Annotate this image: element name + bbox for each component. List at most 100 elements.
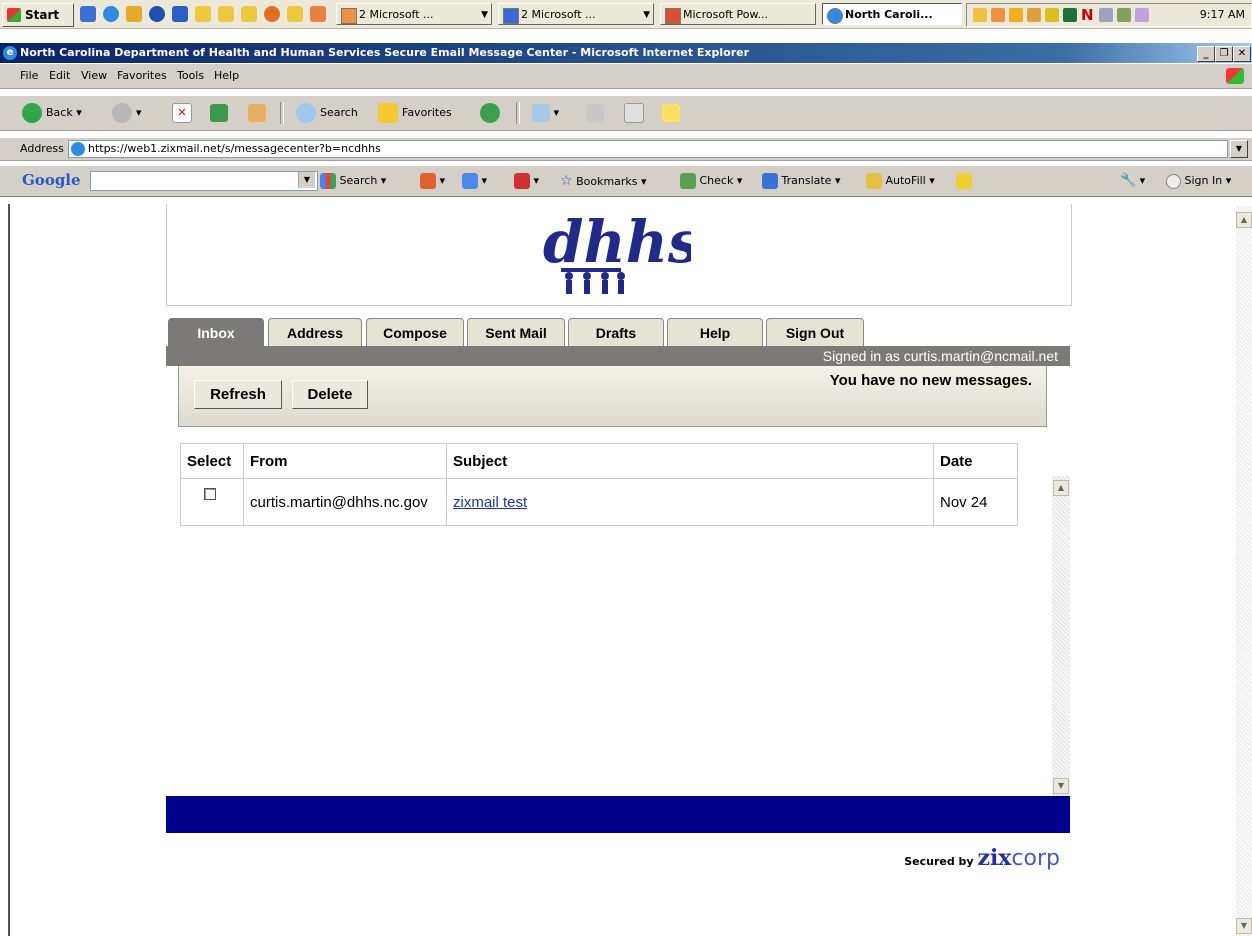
- delete-messages-button[interactable]: Delete: [292, 380, 368, 409]
- table-header-row: Select From Subject Date: [180, 443, 1018, 479]
- monitor-tray-icon[interactable]: [1063, 8, 1077, 22]
- spell-check-button[interactable]: Check ▾: [680, 171, 742, 191]
- menu-tools[interactable]: Tools: [177, 64, 204, 88]
- tool-tray-icon[interactable]: [1135, 8, 1149, 22]
- message-list-scrollbar[interactable]: ▲ ▼: [1052, 476, 1070, 798]
- folder-quicklaunch-icon[interactable]: [195, 6, 211, 22]
- blocked-icon: [514, 173, 530, 189]
- google-search-input[interactable]: [90, 171, 318, 191]
- dhhs-logo-text: dhhs: [543, 208, 691, 276]
- list-scroll-up-button[interactable]: ▲: [1053, 480, 1069, 496]
- home-icon: [248, 104, 266, 122]
- back-button[interactable]: Back ▾: [22, 101, 82, 125]
- dhhs-logo: dhhs: [543, 208, 691, 294]
- firefox-quicklaunch-icon[interactable]: [264, 6, 280, 22]
- tab-address[interactable]: Address: [268, 318, 362, 347]
- tab-help[interactable]: Help: [667, 318, 763, 347]
- bookmarks-button[interactable]: ☆ Bookmarks ▾: [560, 171, 647, 192]
- sync-tray-icon[interactable]: [1117, 8, 1131, 22]
- menu-help[interactable]: Help: [214, 64, 239, 88]
- mail-button[interactable]: ▾: [532, 101, 559, 125]
- blocked-button[interactable]: ▾: [514, 171, 539, 191]
- forward-button[interactable]: ▾: [112, 101, 142, 125]
- autofill-icon: [866, 173, 882, 189]
- column-header-select: Select: [180, 443, 244, 479]
- task-microsoft-word[interactable]: 2 Microsoft ... ▼: [498, 3, 654, 25]
- google-sign-in-button[interactable]: Sign In ▾: [1166, 171, 1231, 191]
- scroll-up-button[interactable]: ▲: [1236, 212, 1252, 228]
- settings-button[interactable]: 🔧 ▾: [1120, 171, 1145, 191]
- task-internet-explorer[interactable]: North Caroli...: [822, 3, 962, 25]
- tab-sent-mail[interactable]: Sent Mail: [467, 318, 565, 347]
- windows-logo-icon: [7, 8, 21, 22]
- popup-blocker-button[interactable]: ▾: [420, 171, 445, 191]
- google-toolbar: Google ▼ Search ▾ ▾ ▾ ▾ ☆ Bookmarks ▾ Ch…: [0, 166, 1252, 197]
- scroll-down-button[interactable]: ▼: [1236, 918, 1252, 934]
- address-bar: Address https://web1.zixmail.net/s/messa…: [0, 138, 1252, 161]
- norton-tray-icon[interactable]: N: [1081, 8, 1095, 23]
- edit-button[interactable]: [624, 101, 644, 125]
- minimize-button[interactable]: _: [1197, 46, 1215, 62]
- address-input[interactable]: https://web1.zixmail.net/s/messagecenter…: [68, 140, 1228, 158]
- menu-view[interactable]: View: [81, 64, 107, 88]
- folder3-quicklaunch-icon[interactable]: [241, 6, 257, 22]
- network-tray-icon[interactable]: [1099, 8, 1113, 22]
- highlighter-button[interactable]: [956, 171, 972, 191]
- secured-by-label: Secured by: [904, 855, 974, 868]
- refresh-button[interactable]: [210, 101, 228, 125]
- app-quicklaunch-icon[interactable]: [126, 6, 142, 22]
- list-scroll-down-button[interactable]: ▼: [1053, 778, 1069, 794]
- menu-edit[interactable]: Edit: [49, 64, 70, 88]
- maximize-button[interactable]: ❐: [1215, 46, 1233, 62]
- tab-compose[interactable]: Compose: [366, 318, 464, 347]
- start-button[interactable]: Start: [2, 3, 74, 27]
- home-button[interactable]: [248, 101, 266, 125]
- zixcorp-logo-zix: zix: [977, 845, 1012, 871]
- from-cell: curtis.martin@dhhs.nc.gov: [243, 478, 447, 526]
- star-icon: [378, 103, 398, 123]
- media-quicklaunch-icon[interactable]: [149, 6, 165, 22]
- favorites-button[interactable]: Favorites: [378, 101, 452, 125]
- print-button[interactable]: [586, 101, 604, 125]
- folder4-quicklaunch-icon[interactable]: [287, 6, 303, 22]
- highlighter-icon: [956, 173, 972, 189]
- refresh-messages-button[interactable]: Refresh: [194, 380, 282, 409]
- tab-inbox[interactable]: Inbox: [168, 318, 264, 347]
- task-microsoft-powerpoint[interactable]: Microsoft Pow...: [660, 3, 816, 25]
- pen-tray-icon[interactable]: [1045, 8, 1059, 22]
- column-header-subject: Subject: [446, 443, 934, 479]
- desktop-icon[interactable]: [80, 6, 96, 22]
- reminder-tray-icon[interactable]: [991, 8, 1005, 22]
- google-search-dropdown[interactable]: ▼: [298, 172, 315, 188]
- shield-tray-icon[interactable]: [1027, 8, 1041, 22]
- news-button[interactable]: ▾: [462, 171, 487, 191]
- ie-icon: [827, 8, 843, 24]
- close-button[interactable]: ✕: [1233, 46, 1251, 62]
- mail-tray-icon[interactable]: [973, 8, 987, 22]
- folder2-quicklaunch-icon[interactable]: [218, 6, 234, 22]
- message-subject-link[interactable]: zixmail test: [453, 494, 527, 511]
- security-tray-icon[interactable]: [1009, 8, 1023, 22]
- tab-drafts[interactable]: Drafts: [568, 318, 664, 347]
- page-scrollbar[interactable]: ▲ ▼: [1236, 206, 1252, 936]
- outlook-quicklaunch-icon[interactable]: [310, 6, 326, 22]
- back-arrow-icon: [22, 103, 42, 123]
- menu-favorites[interactable]: Favorites: [117, 64, 167, 88]
- task-microsoft-outlook[interactable]: 2 Microsoft ... ▼: [336, 3, 492, 25]
- address-dropdown-button[interactable]: ▼: [1230, 140, 1248, 158]
- stop-icon: ✕: [172, 103, 192, 123]
- translate-button[interactable]: Translate ▾: [762, 171, 840, 191]
- stop-button[interactable]: ✕: [172, 101, 192, 125]
- tab-sign-out[interactable]: Sign Out: [766, 318, 864, 347]
- google-search-button[interactable]: Search ▾: [320, 171, 386, 191]
- autofill-button[interactable]: AutoFill ▾: [866, 171, 935, 191]
- ie-quicklaunch-icon[interactable]: [103, 6, 119, 22]
- forward-arrow-icon: [112, 103, 132, 123]
- search-button[interactable]: Search: [296, 101, 358, 125]
- menu-bar: File Edit View Favorites Tools Help: [0, 64, 1252, 89]
- history-button[interactable]: [480, 101, 504, 125]
- word-quicklaunch-icon[interactable]: [172, 6, 188, 22]
- menu-file[interactable]: File: [20, 64, 38, 88]
- notes-button[interactable]: [662, 101, 680, 125]
- message-select-checkbox[interactable]: [204, 488, 216, 500]
